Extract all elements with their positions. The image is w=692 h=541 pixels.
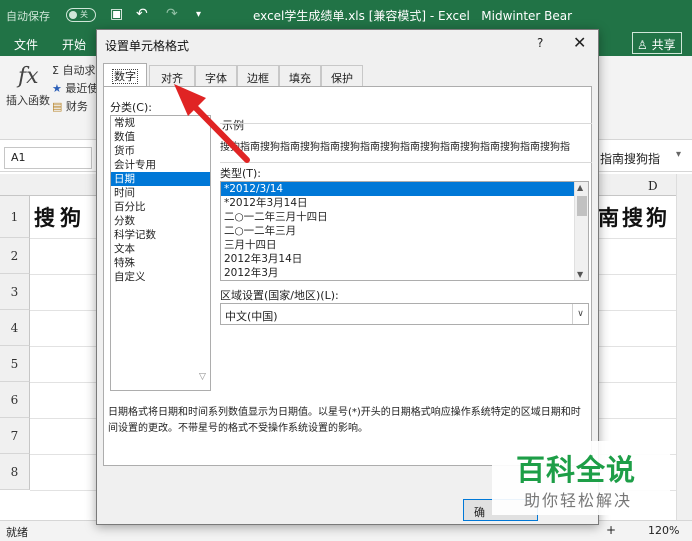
tab-fill[interactable]: 填充 (279, 65, 321, 87)
watermark-sub: 助你轻松解决 (524, 491, 633, 510)
formula-bar-text[interactable]: 指南搜狗指 (600, 150, 660, 167)
category-label: 分类(C): (110, 101, 152, 114)
status-text: 就绪 (6, 526, 28, 539)
type-item[interactable]: 二○一二年三月十四日 (221, 210, 575, 224)
sigma-icon: Σ (52, 64, 59, 77)
autosave-label: 自动保存 (6, 10, 50, 23)
vertical-scrollbar[interactable] (676, 174, 692, 520)
category-time[interactable]: 时间 (111, 186, 210, 200)
cell-a1-text[interactable]: 搜狗 (34, 202, 86, 232)
tab-home[interactable]: 开始 (62, 36, 86, 53)
row-header-2[interactable]: 2 (0, 238, 30, 274)
cell-d1-text[interactable]: 南搜狗 (598, 202, 670, 232)
name-box[interactable]: A1 (4, 147, 92, 169)
tab-alignment[interactable]: 对齐 (149, 65, 195, 87)
locale-label: 区域设置(国家/地区)(L): (220, 289, 339, 302)
tab-border[interactable]: 边框 (237, 65, 279, 87)
category-fraction[interactable]: 分数 (111, 214, 210, 228)
tab-protection[interactable]: 保护 (321, 65, 363, 87)
category-scientific[interactable]: 科学记数 (111, 228, 210, 242)
format-description: 日期格式将日期和时间系列数值显示为日期值。以星号(*)开头的日期格式响应操作系统… (108, 407, 581, 434)
scrollbar-thumb[interactable] (577, 196, 587, 216)
finance-button[interactable]: ▤ 财务 (52, 98, 88, 114)
user-icon: ♙ (637, 38, 648, 52)
category-special[interactable]: 特殊 (111, 256, 210, 270)
tab-file[interactable]: 文件 (14, 36, 38, 53)
category-percentage[interactable]: 百分比 (111, 200, 210, 214)
toggle-knob (69, 11, 77, 19)
book-icon: ▤ (52, 100, 63, 113)
category-text[interactable]: 文本 (111, 242, 210, 256)
type-item[interactable]: 二○一二年三月 (221, 224, 575, 238)
category-general[interactable]: 常规 (111, 116, 210, 130)
row-header-7[interactable]: 7 (0, 418, 30, 454)
watermark: 百科全说 助你轻松解决 (492, 441, 670, 515)
row-header-1[interactable]: 1 (0, 196, 30, 238)
row-header-4[interactable]: 4 (0, 310, 30, 346)
category-date[interactable]: 日期 (111, 172, 210, 186)
zoom-level[interactable]: 120% (648, 524, 679, 537)
chevron-down-icon[interactable]: ∨ (572, 304, 588, 324)
zoom-in-icon[interactable]: + (606, 523, 616, 537)
sample-box: 搜狗指南搜狗指南搜狗指南搜狗指南搜狗指南搜狗指南搜狗指南搜狗指南搜狗指 (220, 123, 592, 163)
row-header-8[interactable]: 8 (0, 454, 30, 490)
autosave-state: 关 (80, 10, 88, 19)
row-header-5[interactable]: 5 (0, 346, 30, 382)
expand-formula-icon[interactable]: ▾ (676, 149, 681, 160)
window-title: excel学生成绩单.xls [兼容模式] - Excel Midwinter … (253, 9, 573, 23)
row-header-3[interactable]: 3 (0, 274, 30, 310)
scroll-down-icon[interactable]: ▼ (577, 270, 583, 279)
redo-icon[interactable]: ↷ (166, 6, 178, 22)
category-custom[interactable]: 自定义 (111, 270, 210, 284)
type-list[interactable]: *2012/3/14 *2012年3月14日 二○一二年三月十四日 二○一二年三… (220, 181, 589, 281)
recent-button[interactable]: ★ 最近使 (52, 80, 98, 96)
star-icon: ★ (52, 82, 62, 95)
type-list-scrollbar[interactable]: ▲ ▼ (574, 182, 588, 280)
category-currency[interactable]: 货币 (111, 144, 210, 158)
type-item[interactable]: 三月十四日 (221, 238, 575, 252)
dialog-title: 设置单元格格式 (105, 39, 190, 53)
close-button[interactable]: ✕ (573, 33, 586, 52)
tab-number[interactable]: 数字 (103, 63, 147, 87)
locale-select[interactable]: 中文(中国) ∨ (220, 303, 589, 325)
row-header-6[interactable]: 6 (0, 382, 30, 418)
watermark-main: 百科全说 (516, 453, 637, 487)
user-name: Midwinter Bear (481, 9, 573, 23)
fx-icon[interactable]: fx (18, 64, 39, 89)
customize-qat-icon[interactable]: ▾ (196, 9, 201, 20)
save-icon[interactable]: ▣ (110, 6, 123, 22)
category-number[interactable]: 数值 (111, 130, 210, 144)
type-label: 类型(T): (220, 167, 262, 180)
autosum-button[interactable]: Σ 自动求 (52, 62, 95, 78)
insert-function-label[interactable]: 插入函数 (6, 92, 50, 108)
type-item[interactable]: *2012/3/14 (221, 182, 575, 196)
type-item[interactable]: 2012年3月 (221, 266, 575, 280)
excel-title-bar: 自动保存 关 ▣ ↶ ↷ ▾ excel学生成绩单.xls [兼容模式] - E… (0, 0, 692, 30)
category-accounting[interactable]: 会计专用 (111, 158, 210, 172)
autosave-toggle[interactable]: 关 (66, 8, 96, 22)
scroll-down-icon[interactable]: ▽ (199, 372, 206, 382)
scroll-up-icon[interactable]: ▲ (577, 183, 583, 192)
undo-icon[interactable]: ↶ (136, 6, 148, 22)
tab-font[interactable]: 字体 (195, 65, 237, 87)
column-d-header[interactable]: D (648, 179, 658, 193)
share-label: 共享 (651, 38, 676, 52)
help-button[interactable]: ? (537, 36, 543, 50)
sample-text: 搜狗指南搜狗指南搜狗指南搜狗指南搜狗指南搜狗指南搜狗指南搜狗指南搜狗指 (220, 142, 570, 153)
share-button[interactable]: ♙ 共享 (632, 32, 682, 54)
type-item[interactable]: 2012年3月14日 (221, 252, 575, 266)
locale-value: 中文(中国) (225, 310, 278, 323)
type-item[interactable]: *2012年3月14日 (221, 196, 575, 210)
category-list[interactable]: 常规 数值 货币 会计专用 日期 时间 百分比 分数 科学记数 文本 特殊 自定… (110, 115, 211, 391)
number-tab-panel: 分类(C): 常规 数值 货币 会计专用 日期 时间 百分比 分数 科学记数 文… (103, 86, 592, 466)
